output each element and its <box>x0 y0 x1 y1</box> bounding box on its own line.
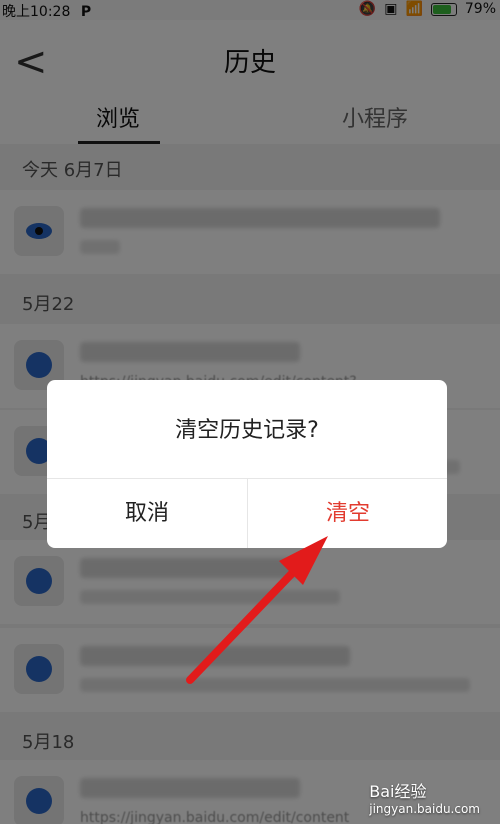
clear-history-dialog: 清空历史记录? 取消 清空 <box>47 380 447 548</box>
screen: 晚上10:28 P 🔕 ▣ 📶 79% < 历史 浏览 小程序 今天 6月7日 … <box>0 0 500 824</box>
watermark-url: jingyan.baidu.com <box>369 802 480 816</box>
dialog-message: 清空历史记录? <box>175 418 319 443</box>
clear-button[interactable]: 清空 <box>248 479 448 548</box>
cancel-button[interactable]: 取消 <box>47 479 247 548</box>
watermark: Bai经验 jingyan.baidu.com <box>369 778 480 816</box>
watermark-brand: Bai经验 <box>369 782 427 801</box>
